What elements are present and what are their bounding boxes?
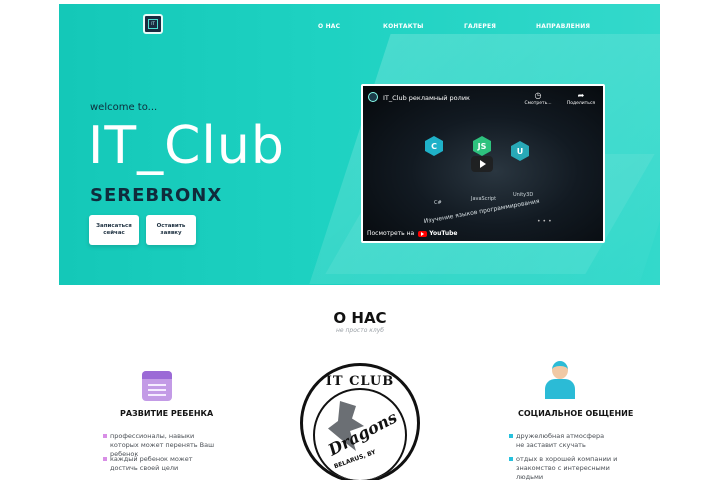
hero-welcome: welcome to... [90, 102, 158, 113]
play-button[interactable] [471, 156, 493, 172]
lang-label: Unity3D [513, 192, 534, 198]
section-title: О НАС [333, 309, 387, 327]
clock-icon: ◷ [534, 91, 542, 100]
youtube-label: YouTube [429, 230, 458, 237]
person-icon [543, 359, 577, 399]
watch-later-button[interactable]: ◷ Смотреть... [523, 91, 553, 106]
nav-item-gallery[interactable]: ГАЛЕРЕЯ [464, 23, 496, 30]
feature-bullet: каждый ребенок может достичь своей цели [103, 455, 200, 473]
hero-title: IT_Club [88, 116, 285, 176]
video-player[interactable]: IT_Club рекламный ролик ◷ Смотреть... ➦ … [361, 84, 605, 243]
share-label: Поделиться [566, 101, 596, 106]
signup-button[interactable]: Записаться сейчас [89, 215, 139, 245]
calendar-icon [142, 371, 172, 401]
youtube-icon [418, 230, 428, 237]
emblem-top-text: IT CLUB [325, 374, 395, 389]
request-button[interactable]: Оставить заявку [146, 215, 196, 245]
watch-later-label: Смотреть... [524, 101, 552, 106]
video-dots: ••• [537, 218, 554, 225]
youtube-logo: YouTube [418, 230, 457, 237]
watch-on-label: Посмотреть на [367, 230, 415, 237]
feature-bullet: отдых в хорошей компании и знакомство с … [509, 455, 626, 480]
feature-bullet: дружелюбная атмосфера не заставит скучат… [509, 432, 608, 450]
video-title[interactable]: IT_Club рекламный ролик [383, 94, 470, 102]
nav-item-contacts[interactable]: КОНТАКТЫ [383, 23, 424, 30]
hero-subtitle: SEREBRONX [90, 185, 223, 206]
share-button[interactable]: ➦ Поделиться [566, 91, 596, 106]
hero-section: IT О НАС КОНТАКТЫ ГАЛЕРЕЯ НАПРАВЛЕНИЯ we… [59, 4, 660, 285]
feature-title: СОЦИАЛЬНОЕ ОБЩЕНИЕ [518, 409, 634, 418]
lang-label: C# [434, 200, 442, 206]
site-logo[interactable]: IT [143, 14, 163, 34]
lang-label: JavaScript [471, 196, 497, 202]
nav-item-directions[interactable]: НАПРАВЛЕНИЯ [536, 23, 590, 30]
nav-item-about[interactable]: О НАС [318, 23, 340, 30]
feature-title: РАЗВИТИЕ РЕБЕНКА [120, 409, 214, 418]
club-emblem: IT CLUB Dragons BELARUS, BY [300, 363, 420, 480]
watch-on-youtube-link[interactable]: Посмотреть на YouTube [367, 230, 457, 237]
share-icon: ➦ [577, 91, 585, 100]
logo-text: IT [148, 19, 158, 29]
section-subtitle: не просто клуб [335, 327, 384, 334]
channel-avatar[interactable] [368, 92, 378, 102]
